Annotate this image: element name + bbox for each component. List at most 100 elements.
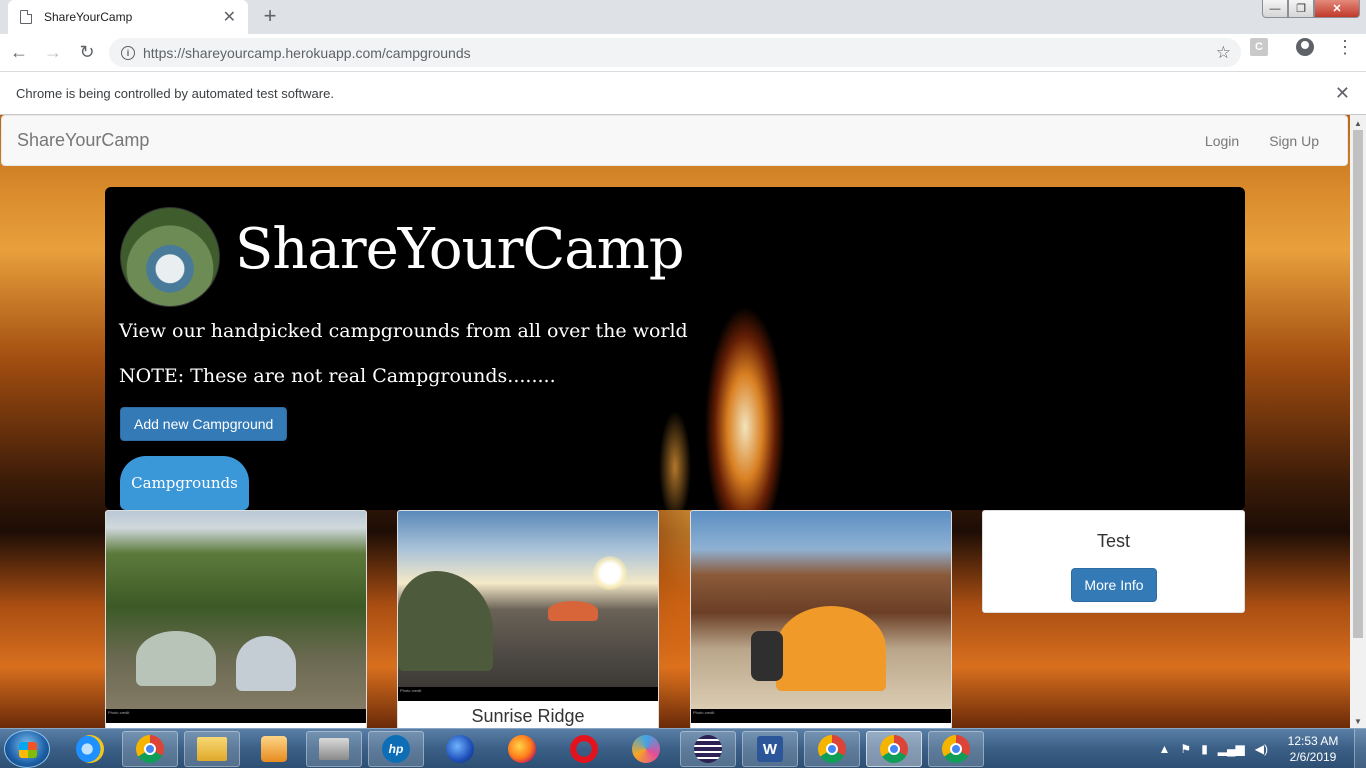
taskbar-chrome-window[interactable] <box>804 731 860 767</box>
tent-shape <box>776 606 886 691</box>
campfire-flame <box>635 367 715 510</box>
campground-card[interactable]: Photo credit Sunrise Ridge <box>397 510 659 728</box>
photo-credit: Photo credit <box>106 709 366 723</box>
taskbar-toolbox[interactable] <box>306 731 362 767</box>
campground-name: Test <box>1096 531 1130 551</box>
windows-taskbar: hp W ▲ ⚑ ▮ ▂▄▆ ◀) 12:53 AM 2/6/2019 <box>0 728 1366 768</box>
url-text[interactable]: https://shareyourcamp.herokuapp.com/camp… <box>143 45 1216 61</box>
jumbotron-subtitle: View our handpicked campgrounds from all… <box>119 320 688 342</box>
minimize-button[interactable]: — <box>1262 0 1288 18</box>
taskbar-internet-explorer[interactable] <box>62 731 118 767</box>
jumbotron: ShareYourCamp View our handpicked campgr… <box>105 187 1245 510</box>
infobar-close-icon[interactable]: ✕ <box>1335 83 1350 104</box>
opera-icon <box>570 735 598 763</box>
taskbar-opera[interactable] <box>556 731 612 767</box>
show-desktop-button[interactable] <box>1354 729 1366 768</box>
taskbar-file-explorer[interactable] <box>184 731 240 767</box>
start-button[interactable] <box>4 730 50 768</box>
campground-card[interactable]: Photo credit <box>690 510 952 728</box>
window-controls: — ❐ ✕ <box>1262 0 1360 18</box>
eclipse-icon <box>694 735 722 763</box>
infobar-text: Chrome is being controlled by automated … <box>16 85 334 101</box>
system-clock[interactable]: 12:53 AM 2/6/2019 <box>1278 733 1348 765</box>
taskbar-chrome[interactable] <box>122 731 178 767</box>
thunderbird-icon <box>446 735 474 763</box>
hp-icon: hp <box>382 735 410 763</box>
chrome-icon <box>818 735 846 763</box>
page-scrollbar[interactable]: ▲ ▼ <box>1350 115 1366 728</box>
taskbar-firefox[interactable] <box>494 731 550 767</box>
volume-icon[interactable]: ◀) <box>1255 742 1268 756</box>
tent-shape <box>398 571 493 671</box>
tent-shape <box>236 636 296 691</box>
page-viewport: ShareYourCamp Login Sign Up ShareYourCam… <box>0 115 1350 728</box>
profile-icon[interactable] <box>1296 38 1314 56</box>
menu-icon[interactable]: ⋮ <box>1336 38 1354 56</box>
tent-logo <box>120 207 220 307</box>
taskbar-eclipse[interactable] <box>680 731 736 767</box>
tab-strip: ShareYourCamp ✕ + — ❐ ✕ <box>0 0 1366 34</box>
system-tray: ▲ ⚑ ▮ ▂▄▆ ◀) 12:53 AM 2/6/2019 <box>1159 729 1366 768</box>
scroll-up-arrow-icon[interactable]: ▲ <box>1354 119 1362 128</box>
navbar-links: Login Sign Up <box>1205 133 1319 149</box>
forward-button[interactable]: → <box>38 38 68 68</box>
campground-card[interactable]: Photo credit <box>105 510 367 728</box>
tent-shape <box>548 601 598 621</box>
site-navbar: ShareYourCamp Login Sign Up <box>1 115 1348 166</box>
network-icon[interactable]: ▂▄▆ <box>1218 742 1245 756</box>
back-button[interactable]: ← <box>4 38 34 68</box>
reload-button[interactable]: ↻ <box>72 38 102 68</box>
taskbar-media-player[interactable] <box>246 731 302 767</box>
page-icon <box>20 10 32 24</box>
scroll-down-arrow-icon[interactable]: ▼ <box>1354 717 1362 726</box>
browser-tab[interactable]: ShareYourCamp ✕ <box>8 0 248 34</box>
clock-time: 12:53 AM <box>1287 734 1339 748</box>
taskbar-thunderbird[interactable] <box>432 731 488 767</box>
show-hidden-icons-icon[interactable]: ▲ <box>1159 742 1171 756</box>
word-icon: W <box>757 736 783 762</box>
swirl-app-icon <box>632 735 660 763</box>
restore-button[interactable]: ❐ <box>1288 0 1314 18</box>
campground-image[interactable]: Photo credit <box>106 511 366 723</box>
firefox-icon <box>508 735 536 763</box>
clock-date: 2/6/2019 <box>1289 750 1337 764</box>
campgrounds-button[interactable]: Campgrounds <box>120 456 249 510</box>
campground-image[interactable]: Photo credit <box>691 511 951 723</box>
sun-glare <box>593 556 627 590</box>
navbar-brand[interactable]: ShareYourCamp <box>17 130 149 151</box>
taskbar-chrome-window-active[interactable] <box>866 731 922 767</box>
taskbar-app-swirl[interactable] <box>618 731 674 767</box>
site-info-icon[interactable]: i <box>121 45 135 60</box>
media-player-icon <box>261 736 287 762</box>
tab-title: ShareYourCamp <box>44 10 133 24</box>
photo-credit: Photo credit <box>398 687 658 701</box>
toolbox-icon <box>319 738 349 760</box>
login-link[interactable]: Login <box>1205 133 1239 149</box>
chrome-icon <box>880 735 908 763</box>
jumbotron-title: ShareYourCamp <box>235 217 685 282</box>
bookmark-star-icon[interactable]: ☆ <box>1216 43 1231 63</box>
close-tab-icon[interactable]: ✕ <box>223 7 236 27</box>
signup-link[interactable]: Sign Up <box>1269 133 1319 149</box>
toolbar-right: C ⋮ <box>1250 38 1366 56</box>
taskbar-hp-app[interactable]: hp <box>368 731 424 767</box>
jumbotron-note: NOTE: These are not real Campgrounds....… <box>119 365 556 387</box>
browser-toolbar: ← → ↻ i https://shareyourcamp.herokuapp.… <box>0 34 1366 71</box>
more-info-button[interactable]: More Info <box>1071 568 1157 602</box>
flag-icon[interactable]: ⚑ <box>1180 742 1191 756</box>
add-campground-button[interactable]: Add new Campground <box>120 407 288 441</box>
extension-icon[interactable]: C <box>1250 38 1268 56</box>
chrome-icon <box>942 735 970 763</box>
campground-card-test: Test More Info <box>982 510 1245 613</box>
new-tab-button[interactable]: + <box>258 5 282 29</box>
taskbar-word[interactable]: W <box>742 731 798 767</box>
scroll-thumb[interactable] <box>1353 130 1363 638</box>
folder-icon <box>197 737 227 761</box>
battery-icon[interactable]: ▮ <box>1201 742 1208 756</box>
windows-logo-icon <box>19 742 37 758</box>
taskbar-chrome-window[interactable] <box>928 731 984 767</box>
campground-image[interactable]: Photo credit <box>398 511 658 701</box>
tent-shape <box>136 631 216 686</box>
close-window-button[interactable]: ✕ <box>1314 0 1360 18</box>
address-bar[interactable]: i https://shareyourcamp.herokuapp.com/ca… <box>109 38 1241 67</box>
